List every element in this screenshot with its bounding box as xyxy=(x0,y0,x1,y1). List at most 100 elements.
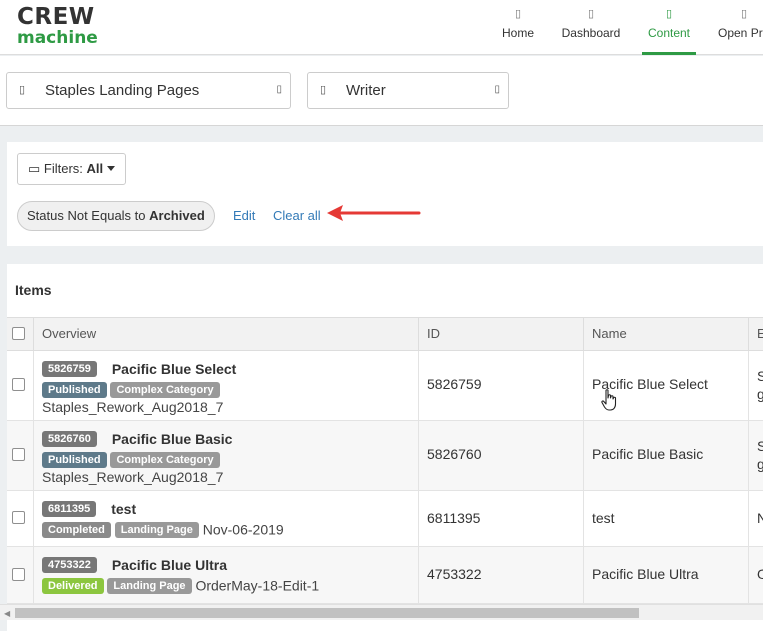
item-title-link[interactable]: Pacific Blue Select xyxy=(112,361,237,377)
filters-panel: ▭ Filters: All Status Not Equals to Arch… xyxy=(7,142,763,246)
column-extra[interactable]: E xyxy=(749,318,763,351)
grid-header: Overview ID Name E xyxy=(7,317,763,351)
content-icon: ▯ xyxy=(665,8,673,20)
scrollbar-thumb[interactable] xyxy=(15,608,639,618)
item-id-badge: 6811395 xyxy=(42,501,97,518)
nav-home-label: Home xyxy=(501,26,534,40)
horizontal-scrollbar[interactable]: ◀ xyxy=(0,604,763,620)
project-select[interactable]: ▯ Staples Landing Pages ▯ xyxy=(6,72,291,109)
category-badge: Complex Category xyxy=(110,451,220,468)
clear-all-link[interactable]: Clear all xyxy=(273,208,321,223)
role-select[interactable]: ▯ Writer ▯ xyxy=(307,72,509,109)
logo-line1: CREW xyxy=(17,4,95,30)
overview-cell: 5826759 Pacific Blue Select Published Com… xyxy=(34,351,419,420)
project-icon: ▯ xyxy=(19,84,26,96)
status-filter-chip[interactable]: Status Not Equals to Archived xyxy=(17,201,215,231)
crew-machine-logo[interactable]: CREW machine xyxy=(17,6,98,47)
extra-cell: N xyxy=(749,491,763,546)
item-title-link[interactable]: Pacific Blue Ultra xyxy=(112,557,227,573)
category-badge: Landing Page xyxy=(114,521,199,538)
item-title-link[interactable]: Pacific Blue Basic xyxy=(112,431,233,447)
filters-dropdown-button[interactable]: ▭ Filters: All xyxy=(17,153,127,185)
overview-cell: 4753322 Pacific Blue Ultra Delivered Land… xyxy=(34,547,419,603)
annotation-arrow-icon xyxy=(327,205,421,221)
id-cell: 5826759 xyxy=(419,351,584,420)
item-id-badge: 5826760 xyxy=(42,431,97,448)
chevron-down-icon: ▯ xyxy=(494,84,500,95)
filters-label: Filters: xyxy=(43,161,83,176)
nav-dashboard[interactable]: ▯ Dashboard xyxy=(558,6,624,55)
chevron-down-icon: ▯ xyxy=(276,84,282,95)
item-subtitle: Nov-06-2019 xyxy=(202,521,284,538)
name-cell: Pacific Blue Basic xyxy=(584,421,749,490)
item-id-badge: 5826759 xyxy=(42,361,97,378)
extra-value: N xyxy=(757,510,763,526)
id-value: 5826760 xyxy=(427,446,482,462)
home-icon: ▯ xyxy=(514,8,522,20)
chip-bold-value: Archived xyxy=(149,208,205,223)
id-value: 5826759 xyxy=(427,376,482,392)
row-select-cell xyxy=(7,351,34,420)
name-cell: Pacific Blue Ultra xyxy=(584,547,749,603)
item-subtitle: OrderMay-18-Edit-1 xyxy=(195,577,320,594)
project-select-value: Staples Landing Pages xyxy=(45,82,200,99)
table-row[interactable]: 5826759 Pacific Blue Select Published Com… xyxy=(7,351,763,421)
row-select-cell xyxy=(7,547,34,603)
logo-line2: machine xyxy=(17,28,98,48)
item-subtitle: Staples_Rework_Aug2018_7 xyxy=(42,398,224,415)
overview-cell: 6811395 test Completed Landing Page Nov-0… xyxy=(34,491,419,546)
nav-home[interactable]: ▯ Home xyxy=(498,6,538,55)
extra-cell: O xyxy=(749,547,763,603)
dashboard-icon: ▯ xyxy=(587,8,595,20)
nav-open-projects-label: Open Pr xyxy=(718,26,763,40)
row-checkbox[interactable] xyxy=(12,448,25,461)
column-overview[interactable]: Overview xyxy=(34,318,419,351)
scroll-left-arrow-icon[interactable]: ◀ xyxy=(4,609,10,618)
name-value: Pacific Blue Basic xyxy=(592,446,704,462)
status-badge: Published xyxy=(42,381,107,398)
chip-text: Status Not Equals to xyxy=(27,208,150,223)
row-select-cell xyxy=(7,491,34,546)
status-badge: Published xyxy=(42,451,107,468)
name-value: test xyxy=(592,510,615,526)
selector-bar: ▯ Staples Landing Pages ▯ ▯ Writer ▯ xyxy=(0,56,763,126)
header-select-cell xyxy=(7,318,34,351)
items-panel: Items Overview ID Name E 5826759 Pacific … xyxy=(7,264,763,631)
role-select-value: Writer xyxy=(346,82,386,99)
id-cell: 6811395 xyxy=(419,491,584,546)
id-cell: 5826760 xyxy=(419,421,584,490)
extra-value: S g xyxy=(757,368,763,402)
nav-content-label: Content xyxy=(647,26,691,40)
nav-dashboard-label: Dashboard xyxy=(561,26,621,40)
extra-value: O xyxy=(757,566,763,582)
status-badge: Delivered xyxy=(42,577,104,594)
row-checkbox[interactable] xyxy=(12,378,25,391)
table-row[interactable]: 4753322 Pacific Blue Ultra Delivered Land… xyxy=(7,547,763,604)
row-checkbox[interactable] xyxy=(12,511,25,524)
table-row[interactable]: 6811395 test Completed Landing Page Nov-0… xyxy=(7,491,763,547)
items-title: Items xyxy=(15,282,52,298)
table-row[interactable]: 5826760 Pacific Blue Basic Published Comp… xyxy=(7,421,763,491)
column-id[interactable]: ID xyxy=(419,318,584,351)
role-icon: ▯ xyxy=(320,84,327,96)
select-all-checkbox[interactable] xyxy=(12,327,25,340)
nav-content[interactable]: ▯ Content xyxy=(642,6,696,55)
row-checkbox[interactable] xyxy=(12,568,25,581)
category-badge: Landing Page xyxy=(107,577,192,594)
item-subtitle: Staples_Rework_Aug2018_7 xyxy=(42,468,224,485)
filter-icon: ▭ xyxy=(28,161,41,176)
caret-down-icon xyxy=(107,166,116,171)
item-id-badge: 4753322 xyxy=(42,557,97,574)
extra-value: S g xyxy=(757,438,763,472)
id-value: 6811395 xyxy=(427,510,481,526)
extra-cell: S g xyxy=(749,351,763,420)
edit-filter-link[interactable]: Edit xyxy=(233,208,255,223)
hand-cursor-icon xyxy=(601,389,617,411)
projects-icon: ▯ xyxy=(740,8,748,20)
nav-open-projects[interactable]: ▯ Open Pr xyxy=(714,6,763,55)
item-title-link[interactable]: test xyxy=(111,501,136,517)
overview-cell: 5826760 Pacific Blue Basic Published Comp… xyxy=(34,421,419,490)
top-header: CREW machine ▯ Home ▯ Dashboard ▯ Conten… xyxy=(0,0,763,55)
column-name[interactable]: Name xyxy=(584,318,749,351)
id-cell: 4753322 xyxy=(419,547,584,603)
